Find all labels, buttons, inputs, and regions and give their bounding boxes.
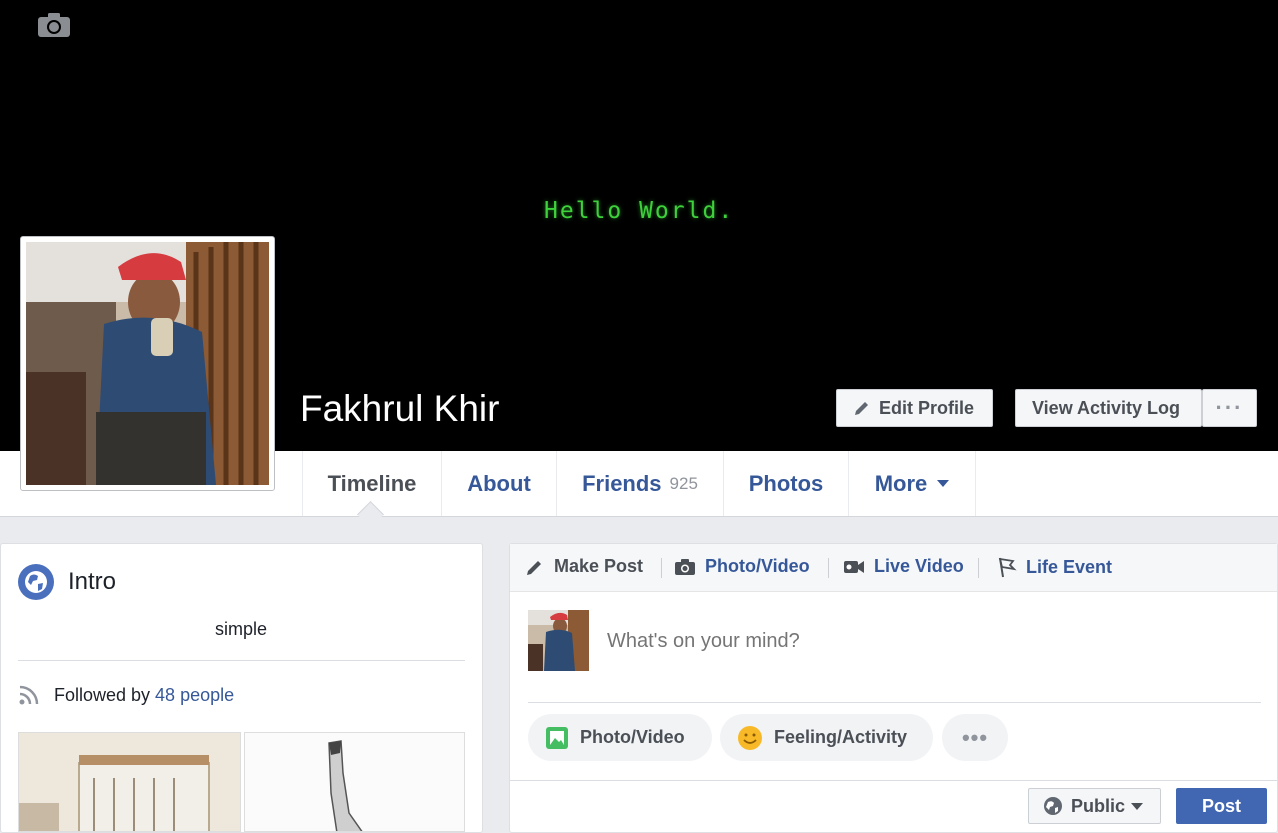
followed-by-text: Followed by [54, 684, 151, 705]
caret-down-icon [937, 480, 950, 487]
tab-more[interactable]: More [848, 451, 976, 516]
avatar[interactable] [528, 610, 589, 671]
profile-photo [26, 242, 269, 485]
tab-photos[interactable]: Photos [723, 451, 848, 516]
cover-text: Hello World. [544, 198, 735, 224]
view-activity-log-button[interactable]: View Activity Log [1015, 389, 1202, 427]
composer-tabs: Make Post Photo/Video Live Video Life Ev… [510, 544, 1277, 592]
tab-photos-label: Photos [748, 470, 824, 496]
life-event-tab[interactable]: Life Event [997, 556, 1112, 578]
intro-card: Intro simple Followed by 48 people [0, 543, 483, 833]
profile-picture[interactable] [20, 236, 275, 491]
featured-photo-image [19, 733, 240, 831]
more-dots-icon: ··· [1215, 395, 1244, 420]
post-button[interactable]: Post [1176, 788, 1267, 824]
feeling-activity-label: Feeling/Activity [774, 727, 908, 747]
camera-icon [675, 558, 695, 575]
photo-video-button[interactable]: Photo/Video [528, 714, 712, 761]
tab-timeline-label: Timeline [327, 470, 417, 496]
status-input[interactable] [607, 630, 1207, 653]
intro-title: Intro [68, 568, 117, 595]
separator [978, 558, 979, 578]
separator [661, 558, 662, 578]
tab-friends-label: Friends [582, 470, 662, 496]
tab-about[interactable]: About [441, 451, 556, 516]
more-options-button[interactable]: ··· [1202, 389, 1257, 427]
privacy-selector[interactable]: Public [1028, 788, 1161, 824]
life-event-label: Life Event [1026, 556, 1113, 577]
smiley-icon [738, 725, 762, 750]
intro-header: Intro [18, 564, 116, 600]
divider [18, 660, 465, 661]
rss-icon [19, 685, 39, 705]
post-label: Post [1201, 795, 1241, 816]
globe-icon [18, 564, 54, 600]
view-activity-log-label: View Activity Log [1032, 397, 1181, 418]
caret-down-icon [1131, 802, 1144, 810]
photo-video-label: Photo/Video [705, 556, 810, 576]
more-dots-icon: ••• [961, 724, 989, 750]
privacy-label: Public [1071, 795, 1126, 816]
photo-video-tab[interactable]: Photo/Video [674, 556, 810, 577]
tab-about-label: About [467, 470, 531, 496]
feeling-activity-button[interactable]: Feeling/Activity [720, 714, 933, 761]
pencil-icon [527, 560, 541, 575]
featured-photo-image [245, 733, 464, 831]
live-video-tab[interactable]: Live Video [843, 556, 964, 577]
more-actions-button[interactable]: ••• [942, 714, 1008, 761]
camera-icon[interactable] [37, 12, 71, 38]
divider [528, 702, 1261, 703]
friends-count: 925 [669, 473, 698, 493]
make-post-label: Make Post [554, 556, 644, 576]
flag-icon [998, 557, 1017, 578]
pencil-icon [855, 402, 868, 415]
edit-profile-label: Edit Profile [879, 397, 975, 418]
tab-friends[interactable]: Friends 925 [556, 451, 723, 516]
tab-more-label: More [874, 470, 928, 496]
divider [510, 780, 1277, 781]
featured-photo[interactable] [18, 732, 241, 832]
video-camera-icon [844, 560, 864, 573]
make-post-tab[interactable]: Make Post [525, 556, 643, 577]
photo-video-pill-label: Photo/Video [580, 727, 685, 747]
profile-name[interactable]: Fakhrul Khir [300, 388, 499, 430]
followers-link[interactable]: 48 people [155, 685, 234, 706]
globe-icon [1044, 797, 1062, 815]
edit-profile-button[interactable]: Edit Profile [836, 389, 993, 427]
intro-bio: simple [214, 619, 267, 639]
post-composer: Make Post Photo/Video Live Video Life Ev… [509, 543, 1278, 833]
photo-icon [546, 726, 568, 749]
separator [828, 558, 829, 578]
featured-photo[interactable] [244, 732, 465, 832]
followed-by: Followed by 48 people [18, 684, 234, 706]
live-video-label: Live Video [874, 556, 964, 576]
